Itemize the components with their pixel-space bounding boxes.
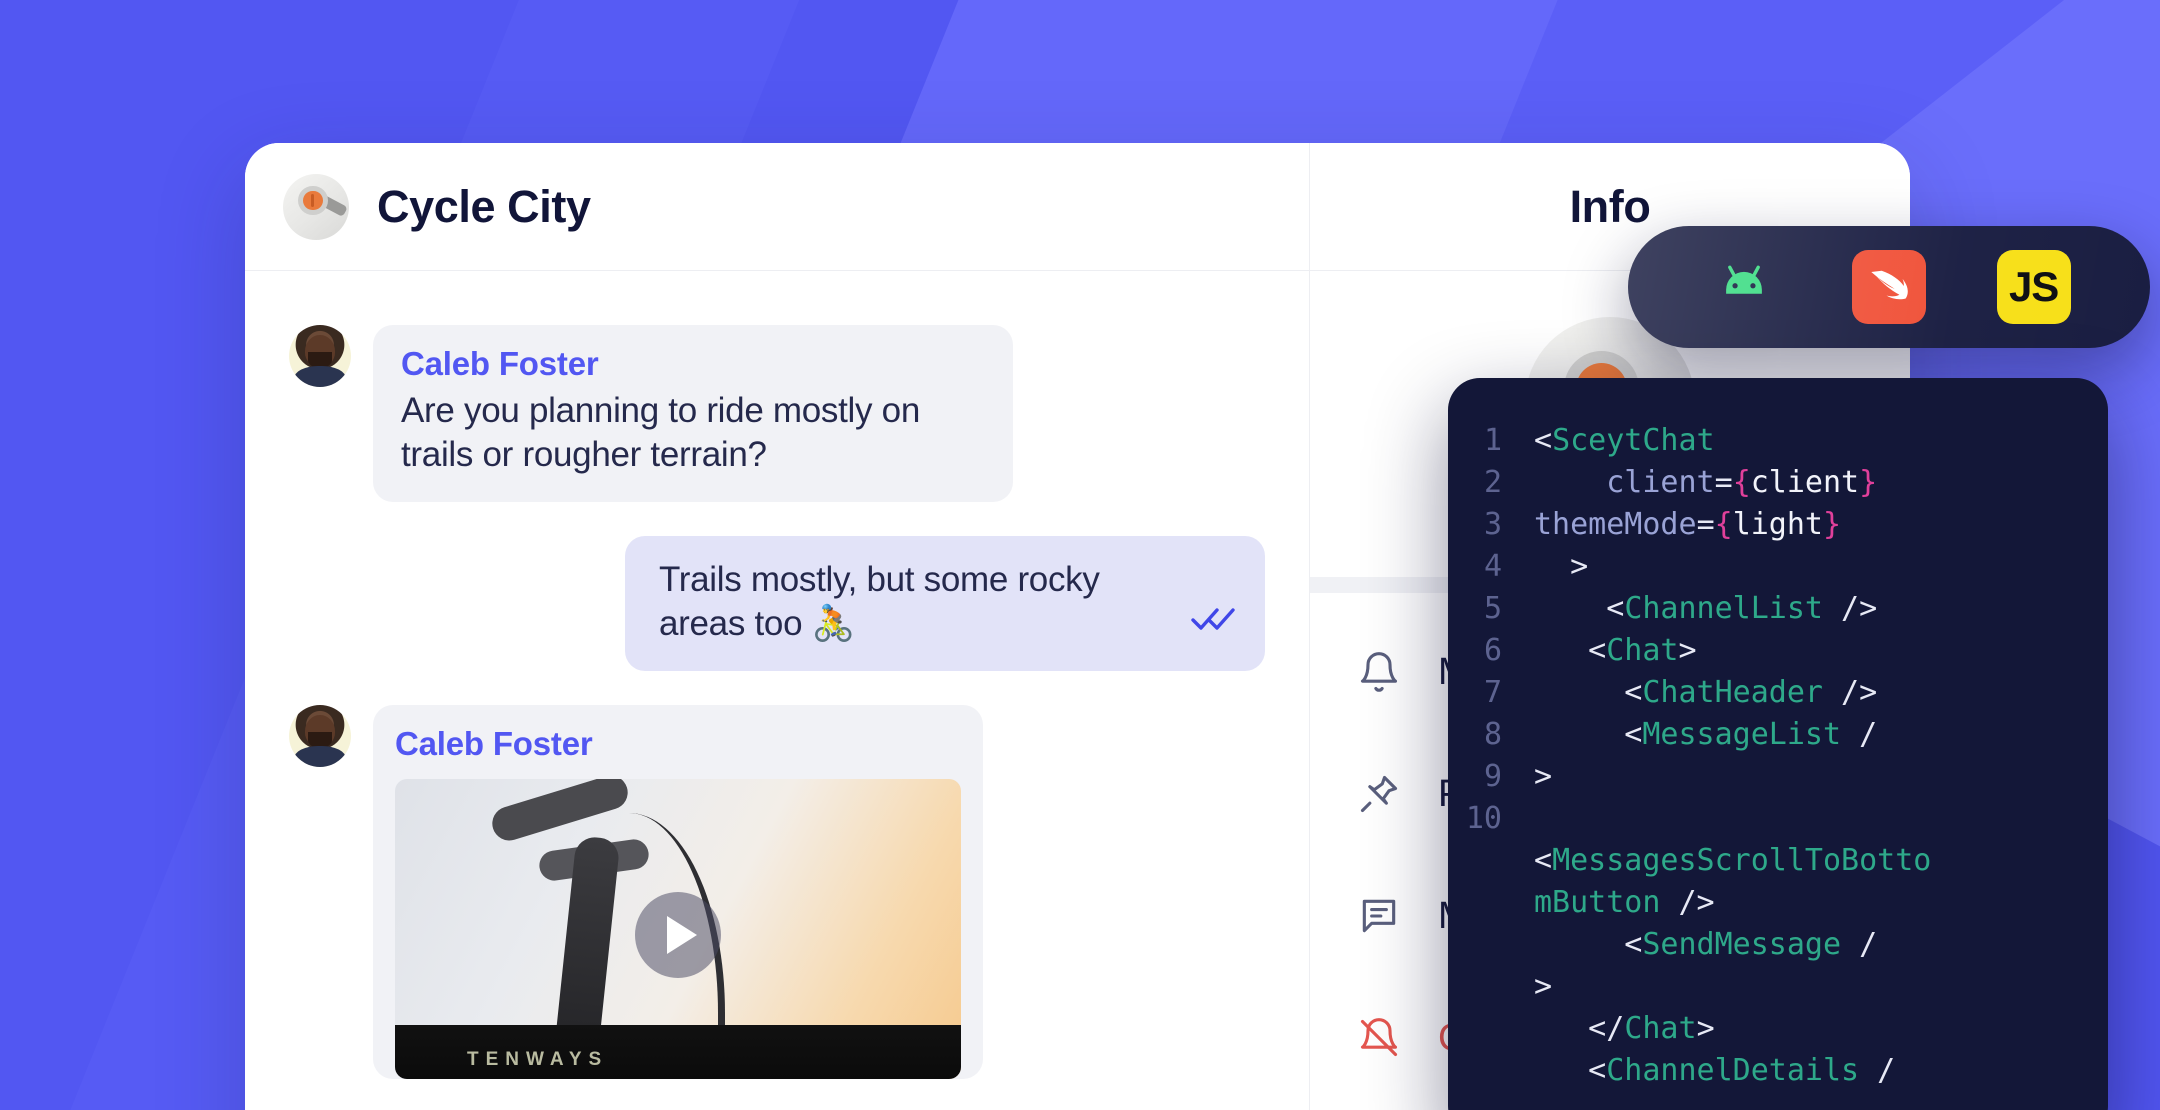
code-line-content: > [1534,759,1553,794]
code-line: 8 <MessageList / [1448,714,2108,756]
message-text: Trails mostly, but some rocky areas too … [659,559,1100,644]
code-line-number: 4 [1483,549,1502,584]
code-line-content: <MessagesScrollToBotto [1534,843,1932,878]
code-line: 3 themeMode={light} [1448,504,2108,546]
code-line-number [1448,1008,1534,1050]
code-line: > [1448,966,2108,1008]
code-line: 5 <ChannelList /> [1448,588,2108,630]
code-line: 9 > [1448,756,2108,798]
code-line: <MessagesScrollToBotto [1448,840,2108,882]
code-line-content: mButton /> [1534,885,1715,920]
pin-icon [1354,769,1404,819]
code-line-number: 8 [1483,717,1502,752]
chat-header: Cycle City [245,143,1309,271]
code-line: 1 <SceytChat [1448,420,2108,462]
video-thumbnail[interactable]: TENWAYS [395,778,961,1079]
code-line-content: > [1534,969,1553,1004]
code-line-number [1448,840,1534,882]
code-line-content: </Chat> [1534,1011,1715,1046]
message-row-outgoing: Trails mostly, but some rocky areas too … [289,535,1265,671]
message-row-incoming: Caleb Foster Are you planning to ride mo… [289,325,1265,502]
bell-off-icon [1354,1013,1404,1063]
code-line: 4 > [1448,546,2108,588]
message-bubble-media[interactable]: Caleb Foster TENWAYS [373,704,983,1079]
code-lines: 1 <SceytChat 2 client={client} 3 themeMode={… [1448,420,2108,1092]
bell-icon [1354,647,1404,697]
media-brand-text: TENWAYS [467,1048,609,1070]
code-line-number: 5 [1483,591,1502,626]
chat-title: Cycle City [377,180,591,232]
js-icon[interactable]: JS [1996,250,2071,324]
code-line-number: 9 [1483,759,1502,794]
code-line-number: 7 [1483,675,1502,710]
code-line-content: <SendMessage / [1534,927,1878,962]
message-bubble[interactable]: Trails mostly, but some rocky areas too … [625,535,1265,671]
code-line-number [1448,924,1534,966]
android-icon[interactable] [1707,250,1781,324]
code-line-number [1448,1050,1534,1092]
code-line-content: themeMode={light} [1534,507,1842,542]
code-snippet-panel[interactable]: 1 <SceytChat 2 client={client} 3 themeMode={… [1448,378,2108,1110]
code-line-number [1448,882,1534,924]
message-row-incoming-media: Caleb Foster TENWAYS [289,704,1265,1079]
message-sender: Caleb Foster [401,345,599,382]
platform-pill: JS [1628,226,2150,348]
message-text: Are you planning to ride mostly on trail… [401,391,920,475]
play-icon[interactable] [635,891,721,978]
code-line-content: <ChannelDetails / [1534,1053,1896,1088]
code-line-number: 6 [1483,633,1502,668]
code-line-number: 2 [1483,465,1502,500]
chat-header-avatar[interactable] [283,173,349,240]
code-line-number: 10 [1465,801,1502,836]
code-line: 10 [1448,798,2108,840]
message-sender: Caleb Foster [395,724,593,762]
message-icon [1354,891,1404,941]
code-line-content: <MessageList / [1534,717,1878,752]
double-check-icon [1191,606,1237,637]
code-line: <ChannelDetails / [1448,1050,2108,1092]
chat-panel: Cycle City Caleb Foster Are you planning… [245,143,1310,1110]
info-title: Info [1569,180,1651,232]
code-line: 7 <ChatHeader /> [1448,672,2108,714]
code-line: <SendMessage / [1448,924,2108,966]
message-list[interactable]: Caleb Foster Are you planning to ride mo… [245,271,1309,1079]
code-line: 6 <Chat> [1448,630,2108,672]
code-line-content: client={client} [1606,465,1878,500]
code-line-content: <ChatHeader /> [1534,675,1878,710]
code-line-number [1448,966,1534,1008]
avatar[interactable] [289,325,351,387]
swift-icon[interactable] [1851,250,1926,324]
message-bubble[interactable]: Caleb Foster Are you planning to ride mo… [373,325,1013,502]
avatar[interactable] [289,704,351,767]
code-line-content: <ChannelList /> [1534,591,1878,626]
code-line-content: > [1534,549,1589,584]
code-line-content: <SceytChat [1534,423,1715,458]
code-line: 2 client={client} [1448,462,2108,504]
code-line: </Chat> [1448,1008,2108,1050]
js-label: JS [2008,263,2059,310]
code-line-number: 3 [1483,507,1502,542]
code-line: mButton /> [1448,882,2108,924]
code-line-number: 1 [1483,423,1502,458]
code-line-content: <Chat> [1534,633,1697,668]
